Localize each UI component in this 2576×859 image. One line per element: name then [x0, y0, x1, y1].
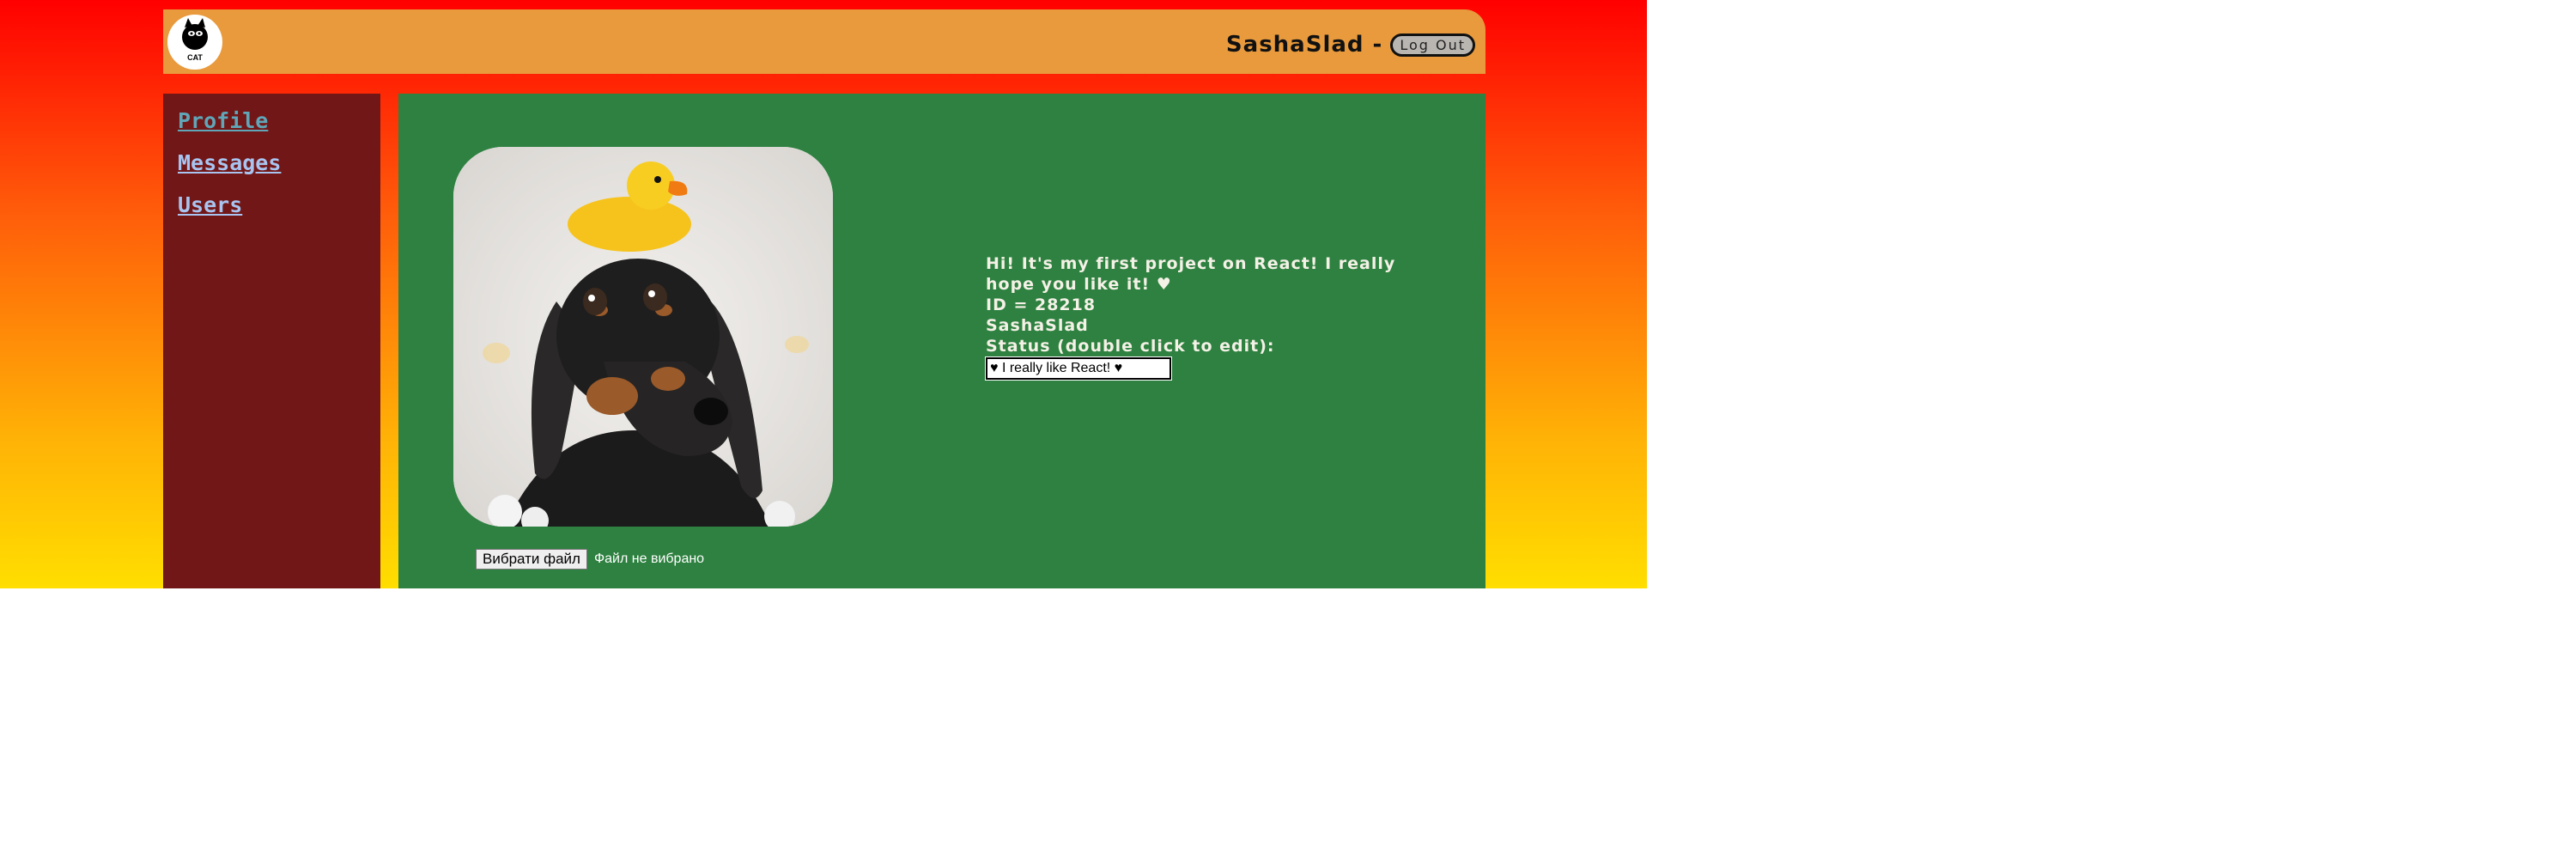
- profile-avatar: [453, 147, 833, 527]
- avatar-upload: Вибрати файл Файл не вибрано: [476, 549, 704, 570]
- sidebar-item-users[interactable]: Users: [178, 192, 380, 219]
- header-username: SashaSlad: [1225, 32, 1364, 58]
- choose-file-button[interactable]: Вибрати файл: [476, 549, 587, 570]
- cat-logo-icon: CAT: [182, 18, 208, 62]
- status-label: Status (double click to edit):: [986, 337, 1275, 356]
- profile-id: ID = 28218: [986, 295, 1097, 314]
- profile-name: SashaSlad: [986, 316, 1089, 335]
- login-block: SashaSlad - Log Out: [1226, 32, 1475, 58]
- profile-about: Hi! It's my first project on React! I re…: [986, 254, 1396, 294]
- logo-text: CAT: [187, 53, 203, 62]
- file-status-text: Файл не вибрано: [593, 551, 705, 566]
- header: CAT SashaSlad - Log Out: [163, 9, 1485, 74]
- dog-photo-image: [453, 147, 833, 527]
- status-input[interactable]: [985, 356, 1172, 381]
- cat-logo[interactable]: CAT: [167, 15, 222, 70]
- app-viewport: CAT SashaSlad - Log Out Profile Messages…: [0, 0, 1647, 588]
- sidebar: Profile Messages Users: [163, 94, 380, 588]
- profile-content: Вибрати файл Файл не вибрано Hi! It's my…: [398, 94, 1485, 588]
- header-separator: -: [1372, 32, 1382, 58]
- profile-info: Hi! It's my first project on React! I re…: [985, 253, 1406, 381]
- sidebar-item-profile[interactable]: Profile: [178, 107, 380, 135]
- sidebar-item-messages[interactable]: Messages: [178, 149, 380, 177]
- logout-button[interactable]: Log Out: [1390, 33, 1475, 57]
- sidebar-nav: Profile Messages Users: [163, 94, 380, 219]
